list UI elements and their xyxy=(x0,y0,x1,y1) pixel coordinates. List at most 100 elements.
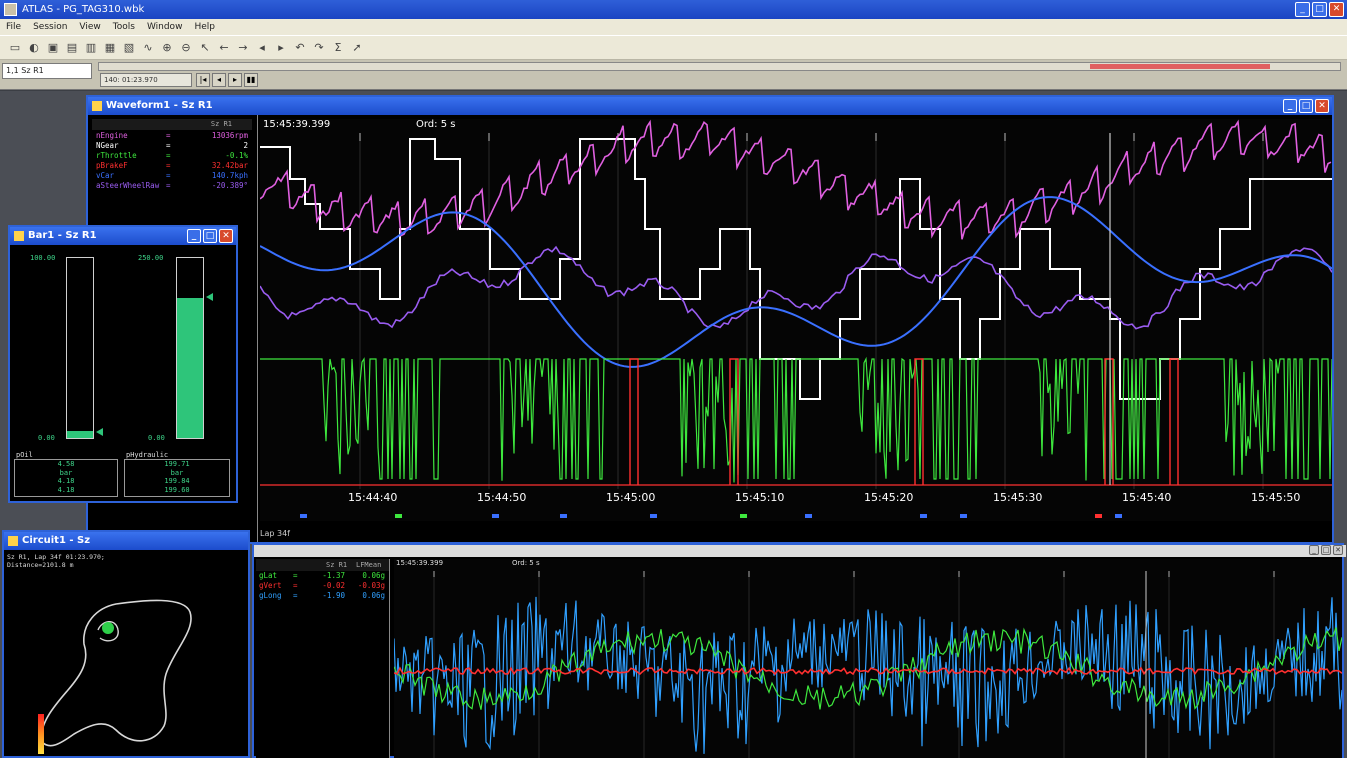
bar-window-icon xyxy=(14,231,24,241)
menu-view[interactable]: View xyxy=(79,19,100,35)
menu-file[interactable]: File xyxy=(6,19,21,35)
waveform-close-button[interactable]: ✕ xyxy=(1315,99,1329,113)
poil-values: 4.58 bar 4.18 4.18 xyxy=(14,459,118,497)
time-axis-label: 15:45:10 xyxy=(735,491,784,504)
scroll-left-icon[interactable]: ← xyxy=(217,41,231,55)
undo-icon[interactable]: ↶ xyxy=(293,41,307,55)
time-axis-label: 15:45:50 xyxy=(1251,491,1300,504)
param-row-gvert[interactable]: gVert = -0.02 -0.03g xyxy=(256,581,389,591)
menu-session[interactable]: Session xyxy=(33,19,67,35)
waveform-title-bar[interactable]: Waveform1 - Sz R1 _ □ ✕ xyxy=(88,97,1332,115)
circuit-title-bar[interactable]: Circuit1 - Sz xyxy=(4,532,248,550)
pointer-icon[interactable]: ➚ xyxy=(350,41,364,55)
param-row-pbrakef[interactable]: pBrakeF = 32.42bar xyxy=(96,161,252,172)
param-row-rthrottle[interactable]: rThrottle = -0.1% xyxy=(96,151,252,162)
menu-window[interactable]: Window xyxy=(147,19,183,35)
bar-close-button[interactable]: ✕ xyxy=(219,229,233,243)
step-back-icon[interactable]: ◂ xyxy=(255,41,269,55)
param-row-glat[interactable]: gLat = -1.37 0.06g xyxy=(256,571,389,581)
app-title: ATLAS - PG_TAG310.wbk xyxy=(22,4,145,15)
glat-trace xyxy=(393,627,1343,710)
menu-help[interactable]: Help xyxy=(194,19,215,35)
time-axis-label: 15:45:20 xyxy=(864,491,913,504)
event-marker xyxy=(960,514,967,518)
event-marker xyxy=(805,514,812,518)
waveform-minimize-button[interactable]: _ xyxy=(1283,99,1297,113)
car-position-icon xyxy=(102,622,114,634)
waveform2-minimize-button[interactable]: _ xyxy=(1309,545,1319,555)
minimize-button[interactable]: _ xyxy=(1295,2,1310,17)
save-icon[interactable]: ▣ xyxy=(46,41,60,55)
prev-lap-button[interactable]: ◂ xyxy=(212,73,226,87)
session-dropdown[interactable]: 1,1 Sz R1 xyxy=(2,63,92,79)
param-row-ngear[interactable]: NGear = 2 xyxy=(96,141,252,152)
throttle-trace xyxy=(260,356,1332,483)
first-lap-button[interactable]: |◂ xyxy=(196,73,210,87)
lap-dropdown[interactable]: 140: 01:23.970 xyxy=(100,73,192,87)
next-lap-button[interactable]: ▸ xyxy=(228,73,242,87)
close-button[interactable]: ✕ xyxy=(1329,2,1344,17)
maximize-button[interactable]: □ xyxy=(1312,2,1327,17)
grid-icon[interactable]: ▦ xyxy=(103,41,117,55)
waveform-traces[interactable]: 15:44:40 15:44:50 15:45:00 15:45:10 15:45:20… xyxy=(260,119,1332,521)
circuit-window: Circuit1 - Sz Sz R1, Lap 34f 01:23.970; … xyxy=(2,530,250,758)
event-marker xyxy=(1115,514,1122,518)
phydraulic-max: 250.00 xyxy=(138,254,164,262)
poil-min: 0.00 xyxy=(38,434,55,442)
bar-title: Bar1 - Sz R1 xyxy=(28,230,97,241)
new-icon[interactable]: ▭ xyxy=(8,41,22,55)
phydraulic-min: 0.00 xyxy=(148,434,165,442)
zoom-in-icon[interactable]: ⊕ xyxy=(160,41,174,55)
toolbar: ▭ ◐ ▣ ▤ ▥ ▦ ▧ ∿ ⊕ ⊖ ↖ ← → ◂ ▸ ↶ ↷ Σ ➚ xyxy=(0,35,1347,60)
menu-bar: File Session View Tools Window Help xyxy=(0,19,1347,35)
waveform-param-list: Sz R1 nEngine = 13036rpm NGear = 2 rThrottle… xyxy=(92,119,252,199)
redo-icon[interactable]: ↷ xyxy=(312,41,326,55)
circuit-map[interactable] xyxy=(4,554,248,754)
atlas-app-icon xyxy=(4,3,17,16)
bar-maximize-button[interactable]: □ xyxy=(203,229,217,243)
open-icon[interactable]: ◐ xyxy=(27,41,41,55)
bar-minimize-button[interactable]: _ xyxy=(187,229,201,243)
session-bar: 1,1 Sz R1 140: 01:23.970 |◂ ◂ ▸ ▮▮ xyxy=(0,60,1347,90)
session-timeline[interactable] xyxy=(98,62,1341,71)
time-axis-label: 15:44:40 xyxy=(348,491,397,504)
waveform2-cursor-time: 15:45:39.399 xyxy=(396,559,444,567)
param-row-asteer[interactable]: aSteerWheelRaw = -20.389° xyxy=(96,181,252,192)
sigma-icon[interactable]: Σ xyxy=(331,41,345,55)
event-marker xyxy=(300,514,307,518)
phydraulic-gauge-fill xyxy=(177,297,203,438)
menu-tools[interactable]: Tools xyxy=(113,19,135,35)
waveform2-traces[interactable] xyxy=(393,559,1343,758)
waveform-maximize-button[interactable]: □ xyxy=(1299,99,1313,113)
waveform2-plot[interactable] xyxy=(393,559,1343,758)
waveform2-close-button[interactable]: ✕ xyxy=(1333,545,1343,555)
event-marker xyxy=(395,514,402,518)
waveform2-param-header: Sz R1 LFMean xyxy=(256,559,389,571)
poil-gauge xyxy=(66,257,94,439)
chart-icon[interactable]: ▥ xyxy=(84,41,98,55)
print-icon[interactable]: ▤ xyxy=(65,41,79,55)
track-outline xyxy=(40,599,192,747)
speed-heat-bar xyxy=(38,714,44,754)
waveform-plot[interactable]: 15:44:40 15:44:50 15:45:00 15:45:10 15:45:20… xyxy=(260,119,1332,521)
waveform-icon[interactable]: ∿ xyxy=(141,41,155,55)
waveform2-maximize-button[interactable]: □ xyxy=(1321,545,1331,555)
pause-button[interactable]: ▮▮ xyxy=(244,73,258,87)
scroll-right-icon[interactable]: → xyxy=(236,41,250,55)
poil-marker-icon xyxy=(96,427,103,436)
circuit-title: Circuit1 - Sz xyxy=(22,535,91,546)
param-row-nengine[interactable]: nEngine = 13036rpm xyxy=(96,131,252,142)
time-axis-label: 15:44:50 xyxy=(477,491,526,504)
poil-max: 100.00 xyxy=(30,254,56,262)
phydraulic-label: pHydraulic xyxy=(126,451,169,459)
waveform2-title-bar[interactable]: _ □ ✕ xyxy=(254,545,1346,557)
zoom-out-icon[interactable]: ⊖ xyxy=(179,41,193,55)
param-row-vcar[interactable]: vCar = 140.7kph xyxy=(96,171,252,182)
param-row-glong[interactable]: gLong = -1.90 0.06g xyxy=(256,591,389,601)
event-marker xyxy=(492,514,499,518)
phydraulic-marker-icon xyxy=(206,293,213,302)
cursor-icon[interactable]: ↖ xyxy=(198,41,212,55)
bar-icon[interactable]: ▧ xyxy=(122,41,136,55)
bar-title-bar[interactable]: Bar1 - Sz R1 _ □ ✕ xyxy=(10,227,236,245)
step-forward-icon[interactable]: ▸ xyxy=(274,41,288,55)
